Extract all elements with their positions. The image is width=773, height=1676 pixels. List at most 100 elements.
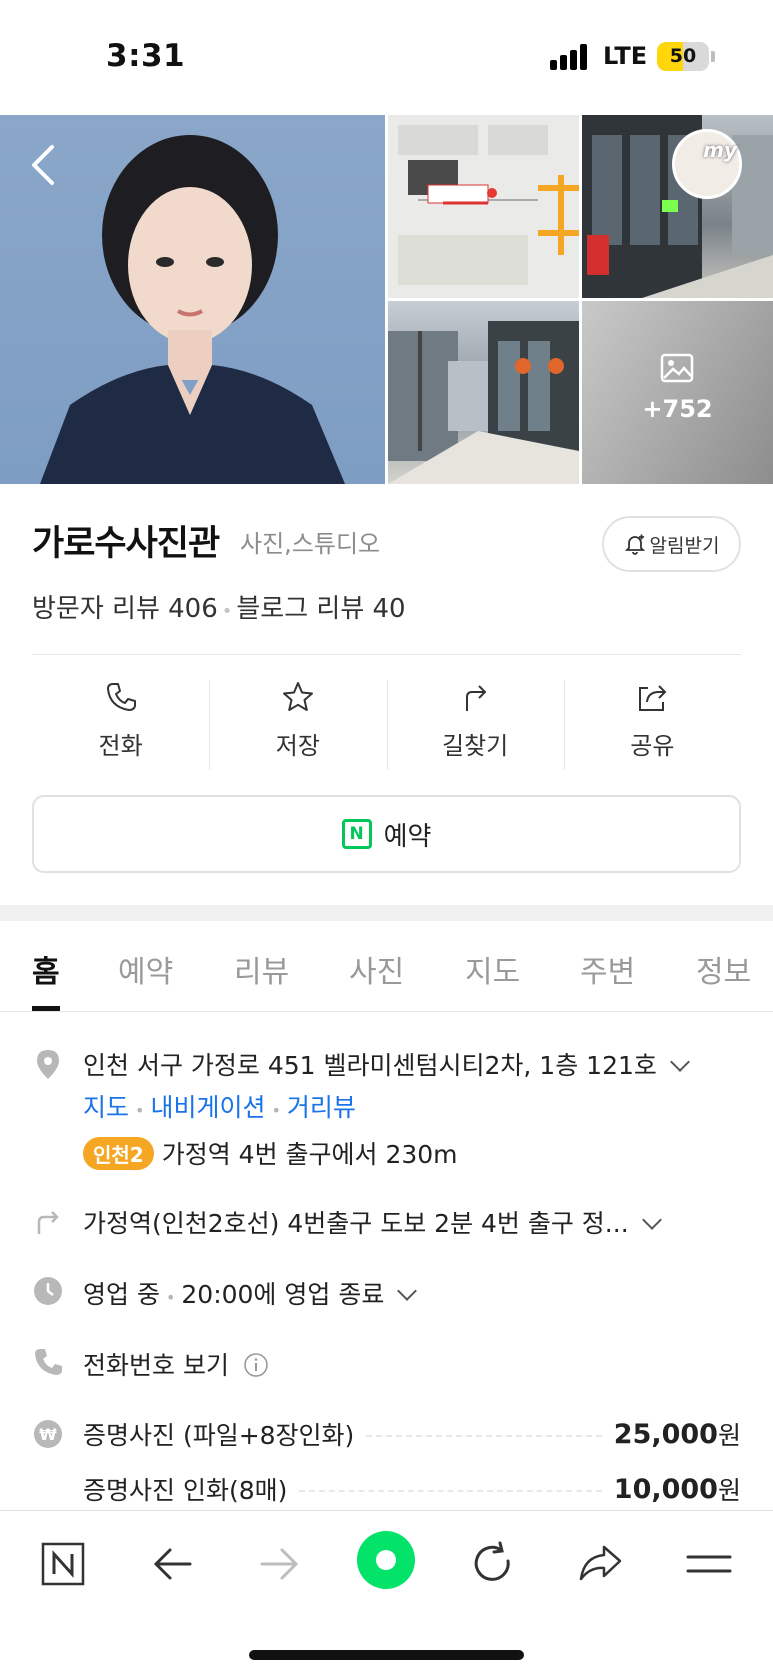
more-photos-count: +752 (642, 395, 713, 423)
address-value: 인천 서구 가정로 451 벨라미센텀시티2차, 1층 121호 (83, 1051, 657, 1080)
image-icon (660, 353, 694, 383)
main-photo[interactable] (0, 115, 385, 484)
street-photo-2[interactable] (388, 301, 579, 484)
clock-icon (34, 1277, 62, 1305)
phone-icon (35, 1349, 62, 1375)
cellular-signal-icon (550, 44, 590, 70)
place-category: 사진,스튜디오 (240, 530, 381, 558)
tab-info[interactable]: 정보 (696, 947, 751, 991)
street-image (388, 321, 579, 484)
back-arrow-icon[interactable] (148, 1539, 198, 1589)
streetview-link[interactable]: 거리뷰 (287, 1093, 356, 1122)
price-leader (366, 1435, 602, 1437)
separator-dot: • (271, 1101, 281, 1120)
more-photos-background (582, 301, 773, 484)
directions-button[interactable]: 길찾기 (386, 680, 564, 770)
price-item-name: 증명사진 (파일+8장인화) (83, 1421, 355, 1450)
alarm-button-label: 알림받기 (649, 534, 720, 557)
call-button[interactable]: 전화 (32, 680, 209, 770)
tab-nearby[interactable]: 주변 (580, 947, 635, 991)
naver-home-icon[interactable] (38, 1539, 88, 1589)
reserve-button-label: 예약 (383, 821, 432, 852)
reserve-button[interactable]: N 예약 (32, 795, 741, 873)
active-tab-indicator (32, 1006, 60, 1011)
home-indicator (249, 1650, 524, 1660)
tab-map[interactable]: 지도 (465, 947, 520, 991)
save-button[interactable]: 저장 (209, 680, 386, 770)
tab-reservation[interactable]: 예약 (118, 947, 173, 991)
street-photo-1[interactable]: my (582, 115, 773, 298)
storefront-image (582, 115, 773, 298)
save-button-label: 저장 (275, 732, 320, 760)
menu-icon[interactable] (684, 1539, 734, 1589)
review-summary: 방문자 리뷰 406 • 블로그 리뷰 40 (32, 588, 406, 625)
tab-reviews[interactable]: 리뷰 (234, 947, 289, 991)
subway-info: 인천2 가정역 4번 출구에서 230m (83, 1135, 458, 1171)
subway-line-badge: 인천2 (83, 1136, 154, 1170)
price-won-icon: ₩ (34, 1420, 62, 1448)
divider (32, 654, 741, 655)
separator-dot: • (135, 1101, 145, 1120)
phone-icon (106, 683, 136, 711)
tab-home[interactable]: 홈 (32, 947, 60, 991)
hours-text: 영업 중 • 20:00에 영업 종료 (83, 1275, 418, 1311)
share-button[interactable]: 공유 (563, 680, 741, 770)
battery-level: 50 (669, 45, 697, 67)
info-icon[interactable] (243, 1352, 269, 1378)
svg-text:₩: ₩ (39, 1425, 57, 1444)
network-type: LTE (603, 42, 648, 70)
navigation-link[interactable]: 내비게이션 (150, 1093, 265, 1122)
directions-button-label: 길찾기 (442, 732, 509, 760)
back-chevron-icon[interactable] (24, 141, 64, 189)
price-unit: 원 (717, 1476, 741, 1505)
price-item-value: 25,000 (613, 1418, 718, 1450)
price-item-name: 증명사진 인화(8매) (83, 1476, 288, 1505)
price-unit: 원 (717, 1421, 741, 1450)
directions-icon (466, 685, 487, 711)
separator-dot: • (165, 1288, 176, 1307)
phone-reveal-link[interactable]: 전화번호 보기 (83, 1351, 229, 1380)
more-photos[interactable]: +752 (582, 301, 773, 484)
battery-icon: 50 (657, 42, 709, 71)
visitor-reviews-link[interactable]: 방문자 리뷰 406 (32, 594, 218, 624)
star-icon (282, 682, 313, 711)
status-time: 3:31 (106, 38, 186, 74)
directions-text: 가정역(인천2호선) 4번출구 도보 2분 4번 출구 정... (83, 1204, 662, 1240)
location-pin-icon (37, 1050, 59, 1079)
price-item: 증명사진 인화(8매) 10,000 원 (83, 1471, 741, 1507)
chevron-down-icon[interactable] (641, 1210, 662, 1230)
place-name: 가로수사진관 (32, 524, 220, 564)
share-icon (639, 685, 667, 711)
tab-photos[interactable]: 사진 (349, 947, 404, 991)
blog-reviews-link[interactable]: 블로그 리뷰 40 (236, 594, 405, 624)
photo-gallery: my +752 (0, 115, 773, 484)
directions-value: 가정역(인천2호선) 4번출구 도보 2분 4번 출구 정... (83, 1209, 629, 1238)
price-item: 증명사진 (파일+8장인화) 25,000 원 (83, 1416, 741, 1452)
address-links: 지도 • 내비게이션 • 거리뷰 (83, 1088, 356, 1124)
share-arrow-icon[interactable] (576, 1539, 626, 1589)
alarm-button[interactable]: 알림받기 (602, 516, 741, 572)
bell-plus-icon (624, 534, 645, 555)
browser-toolbar (0, 1510, 773, 1676)
naver-booking-icon: N (341, 819, 372, 849)
tab-bar: 홈 예약 리뷰 사진 지도 주변 정보 (0, 921, 773, 1012)
price-item-value: 10,000 (613, 1473, 718, 1505)
price-leader (299, 1490, 602, 1492)
my-badge-text: my (703, 138, 737, 162)
naver-green-dot-button[interactable] (357, 1531, 415, 1589)
chevron-down-icon[interactable] (669, 1052, 690, 1072)
refresh-icon[interactable] (468, 1539, 518, 1589)
action-bar: 전화 저장 길찾기 공유 (32, 680, 741, 770)
share-button-label: 공유 (630, 732, 675, 760)
chevron-down-icon[interactable] (397, 1281, 418, 1301)
forward-arrow-icon[interactable] (254, 1539, 304, 1589)
route-arrow-icon (37, 1211, 59, 1234)
status-bar: 3:31 LTE 50 (0, 0, 773, 115)
section-gap (0, 905, 773, 921)
phone-text: 전화번호 보기 (83, 1346, 269, 1382)
separator-dot: • (221, 601, 233, 622)
my-profile-badge[interactable]: my (672, 129, 742, 199)
subway-distance: 가정역 4번 출구에서 230m (161, 1140, 458, 1169)
map-link[interactable]: 지도 (83, 1093, 129, 1122)
map-photo[interactable] (388, 115, 579, 298)
